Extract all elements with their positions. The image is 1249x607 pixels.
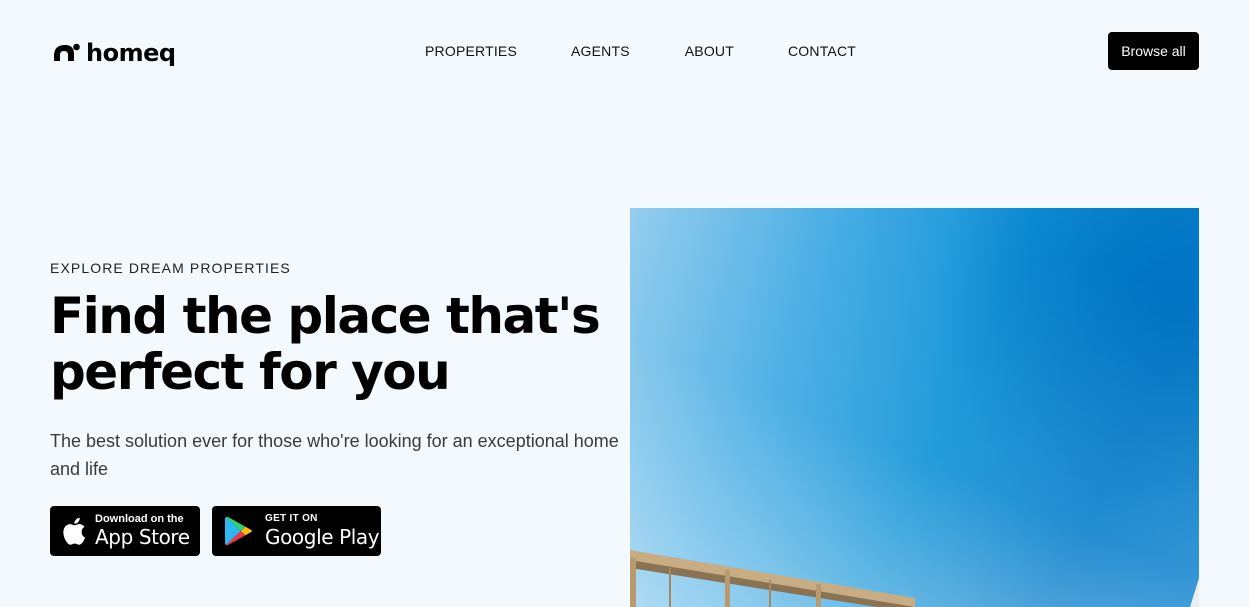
app-store-button[interactable]: Download on the App Store bbox=[50, 506, 200, 556]
pergola-illustration bbox=[630, 208, 1199, 607]
hero-image bbox=[630, 208, 1199, 607]
logo[interactable]: homeq bbox=[52, 38, 176, 68]
nav-item-about[interactable]: ABOUT bbox=[685, 42, 734, 60]
app-store-text: Download on the App Store bbox=[95, 513, 190, 549]
logo-icon bbox=[54, 43, 80, 61]
google-play-big-label: Google Play bbox=[265, 525, 380, 549]
nav-item-contact[interactable]: CONTACT bbox=[788, 42, 856, 60]
app-store-small-label: Download on the bbox=[95, 513, 184, 525]
main-nav: PROPERTIES AGENTS ABOUT CONTACT bbox=[425, 42, 856, 60]
nav-item-properties[interactable]: PROPERTIES bbox=[425, 42, 517, 60]
hero-headline: Find the place that's perfect for you bbox=[50, 287, 601, 401]
google-play-small-label: GET IT ON bbox=[265, 513, 318, 524]
hero-subtext: The best solution ever for those who're … bbox=[50, 431, 619, 479]
apple-icon bbox=[63, 517, 85, 545]
google-play-button[interactable]: GET IT ON Google Play bbox=[212, 506, 381, 556]
app-store-big-label: App Store bbox=[95, 525, 190, 549]
hero-eyebrow: EXPLORE DREAM PROPERTIES bbox=[50, 260, 291, 276]
site-header: homeq PROPERTIES AGENTS ABOUT CONTACT Br… bbox=[0, 0, 1249, 102]
nav-item-agents[interactable]: AGENTS bbox=[571, 42, 630, 60]
google-play-text: GET IT ON Google Play bbox=[265, 513, 380, 549]
logo-text: homeq bbox=[86, 39, 176, 67]
browse-all-button[interactable]: Browse all bbox=[1108, 32, 1199, 70]
google-play-icon bbox=[225, 516, 252, 546]
